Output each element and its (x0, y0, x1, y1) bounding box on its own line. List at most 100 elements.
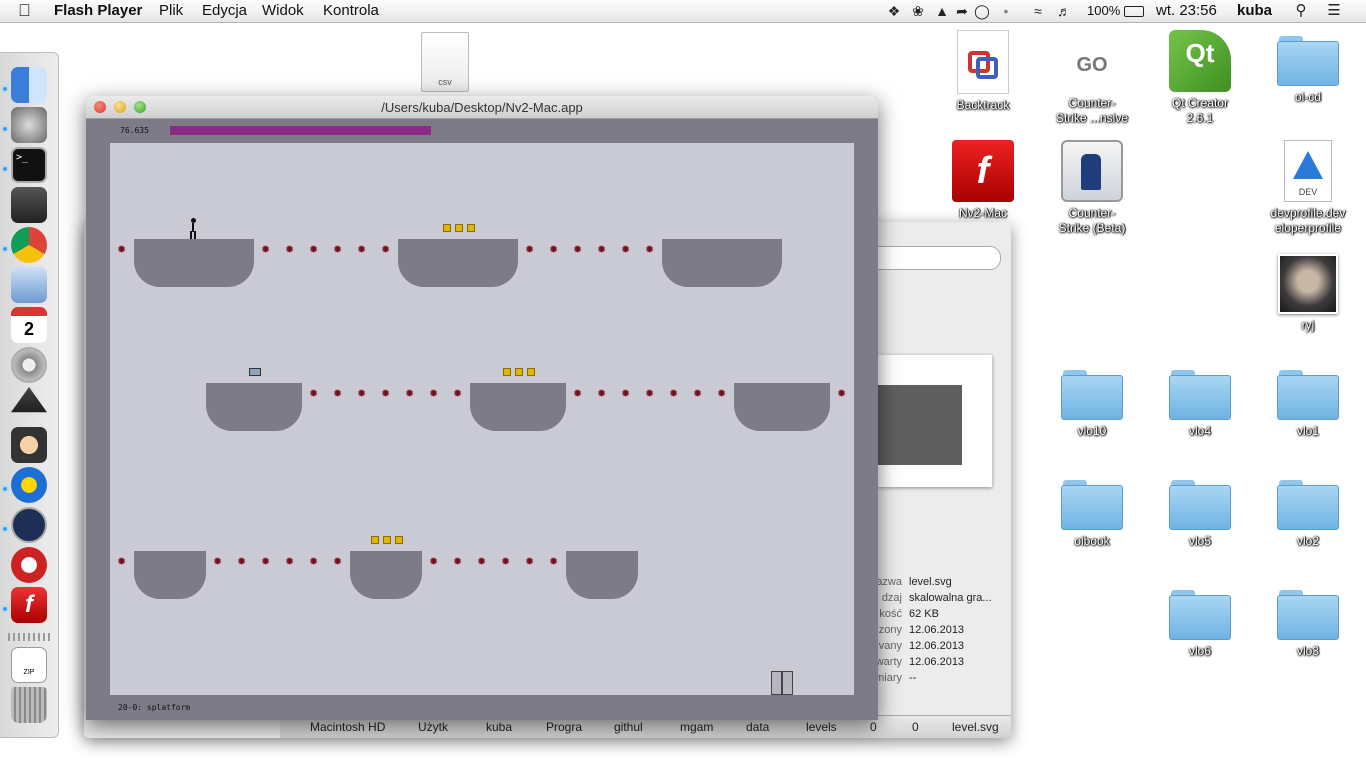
path-segment[interactable]: data (746, 720, 769, 734)
bluetooth-icon[interactable]: • (998, 3, 1014, 19)
running-indicator (3, 607, 7, 611)
window-titlebar[interactable]: /Users/kuba/Desktop/Nv2-Mac.app (86, 96, 878, 119)
battery-icon[interactable] (1124, 6, 1144, 17)
finder-icon[interactable] (11, 67, 47, 103)
mine: ✹ (645, 244, 655, 256)
desktop-icon-vlo5[interactable]: vlo5 (1150, 474, 1250, 549)
chrome-icon[interactable] (11, 227, 47, 263)
mine: ✹ (381, 388, 391, 400)
menu-kontrola[interactable]: Kontrola (323, 2, 379, 19)
platform (206, 383, 302, 431)
battery-percent[interactable]: 100% (1087, 3, 1120, 18)
menu-plik[interactable]: Plik (159, 2, 183, 19)
gold-piece (383, 536, 391, 544)
mine: ✹ (453, 556, 463, 568)
wireshark-icon[interactable] (11, 467, 47, 503)
path-segment[interactable]: mgam (680, 720, 713, 734)
menu-app-name[interactable]: Flash Player (54, 2, 142, 19)
wifi-icon[interactable]: ≈ (1028, 3, 1048, 19)
spotlight-icon[interactable]: ⚲ (1293, 3, 1309, 19)
menu-edycja[interactable]: Edycja (202, 2, 247, 19)
path-segment[interactable]: githul (614, 720, 643, 734)
platform (134, 239, 254, 287)
mine: ✹ (357, 388, 367, 400)
volume-icon[interactable]: ♬ (1056, 3, 1072, 19)
desktop-icon-cs-beta[interactable]: Counter- Strike (Beta) (1042, 140, 1142, 236)
running-indicator (3, 487, 7, 491)
desktop-icon-vlo1[interactable]: vlo1 (1258, 364, 1358, 439)
gold-piece (455, 224, 463, 232)
calendar-icon[interactable]: 2 (11, 307, 47, 343)
zip-archive-icon[interactable]: ZIP (11, 647, 47, 683)
platform (566, 551, 638, 599)
activity-monitor-icon[interactable] (11, 507, 47, 543)
path-segment[interactable]: kuba (486, 720, 512, 734)
desktop-icon-cs-go[interactable]: GO Counter- Strike ...nsive (1042, 30, 1142, 126)
time-bar (170, 126, 431, 135)
path-segment[interactable]: level.svg (952, 720, 999, 734)
media-player-icon[interactable] (11, 547, 47, 583)
apple-logo-icon[interactable] (20, 2, 34, 18)
desktop-icon-label: vlo5 (1188, 534, 1211, 548)
desktop-icon-label: vlo4 (1188, 424, 1211, 438)
x11-icon[interactable] (11, 107, 47, 143)
folder-icon (1061, 480, 1123, 530)
info-key: zony (878, 624, 902, 636)
desktop-icon-devprofile[interactable]: DEV devprofile.dev eloperprofile (1258, 140, 1358, 236)
clock[interactable]: wt. 23:56 (1156, 2, 1217, 19)
github-icon[interactable] (11, 427, 47, 463)
mine: ✹ (261, 556, 271, 568)
send-icon[interactable]: ➦ (954, 3, 970, 19)
mine: ✹ (621, 388, 631, 400)
desktop-icon-oi-cd[interactable]: oi-cd (1258, 30, 1358, 105)
path-segment[interactable]: Progra (546, 720, 582, 734)
preview-image (878, 385, 962, 465)
path-segment[interactable]: Macintosh HD (310, 720, 385, 734)
flash-player-icon[interactable]: f (11, 587, 47, 623)
desktop-icon-qt-creator[interactable]: Qt Qt Creator 2.6.1 (1150, 30, 1250, 126)
desktop-icon-label: Qt Creator 2.6.1 (1171, 96, 1228, 125)
system-preferences-icon[interactable] (11, 347, 47, 383)
folder-icon (1169, 590, 1231, 640)
desktop-icon-nv2-mac[interactable]: f Nv2-Mac (933, 140, 1033, 221)
desktop-icon-backtrack[interactable]: Backtrack (933, 30, 1033, 113)
desktop-icon-vlo10[interactable]: vlo10 (1042, 364, 1142, 439)
desktop-icon-vlo4[interactable]: vlo4 (1150, 364, 1250, 439)
csgo-app-icon: GO (1076, 54, 1108, 76)
terminal-icon[interactable]: >_ (11, 147, 47, 183)
path-segment[interactable]: levels (806, 720, 837, 734)
menu-widok[interactable]: Widok (262, 2, 304, 19)
mine: ✹ (477, 556, 487, 568)
game-area[interactable]: ✹ ✹ ✹ ✹ ✹ ✹ ✹ ✹ ✹ ✹ ✹ ✹ ✹ ✹ ✹ ✹ ✹ ✹ ✹ ✹ … (110, 143, 854, 695)
notification-center-icon[interactable]: ☰ (1326, 3, 1342, 19)
desktop-icon-label: oibook (1074, 534, 1110, 548)
mine: ✹ (573, 244, 583, 256)
running-indicator (3, 527, 7, 531)
path-segment[interactable]: 0 (870, 720, 877, 734)
flash-player-window[interactable]: /Users/kuba/Desktop/Nv2-Mac.app 76.635 ✹… (86, 96, 878, 720)
desktop-icon-vlo3[interactable]: vlo3 (1258, 584, 1358, 659)
info-value: 12.06.2013 (909, 640, 965, 652)
mine: ✹ (525, 556, 535, 568)
path-segment[interactable]: 0 (912, 720, 919, 734)
desktop-icon-ryj[interactable]: ryj (1258, 254, 1358, 333)
path-segment[interactable]: Użytk (418, 720, 448, 734)
csv-file-icon[interactable]: csv (421, 32, 469, 92)
trash-icon[interactable] (11, 687, 47, 723)
airplay-icon[interactable]: ▲ (934, 3, 950, 19)
mine: ✹ (333, 556, 343, 568)
time-machine-icon[interactable]: ◯ (974, 3, 990, 19)
desktop-icon-label: vlo6 (1188, 644, 1211, 658)
dropbox-icon[interactable]: ❖ (886, 3, 902, 19)
steam-icon[interactable] (11, 187, 47, 223)
platform (398, 239, 518, 287)
desktop-icon-vlo6[interactable]: vlo6 (1150, 584, 1250, 659)
inkscape-icon[interactable] (11, 387, 47, 413)
mail-icon[interactable] (11, 267, 47, 303)
info-key: kość (879, 608, 902, 620)
desktop-icon-oibook[interactable]: oibook (1042, 474, 1142, 549)
app-status-icon[interactable]: ❀ (910, 3, 926, 19)
user-name[interactable]: kuba (1237, 2, 1272, 19)
desktop-icon-vlo2[interactable]: vlo2 (1258, 474, 1358, 549)
running-indicator (3, 167, 7, 171)
